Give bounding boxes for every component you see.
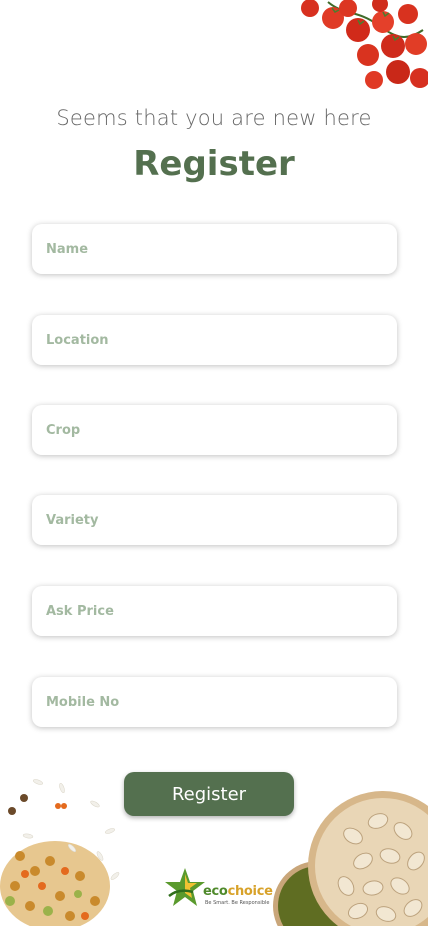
mobile-number-field[interactable] [32,677,397,727]
pistachio-image [273,791,428,926]
page-title: Register [133,144,295,184]
location-field[interactable] [32,315,397,365]
page-subtitle: Seems that you are new here [56,106,372,130]
star-logo-icon [165,868,205,906]
ask-price-field[interactable] [32,586,397,636]
brand-name-eco: eco [203,884,228,899]
variety-field[interactable] [32,495,397,545]
tomatoes-image [301,0,428,89]
brand-name-choice: choice [227,884,273,899]
ecochoice-logo: ecochoice Be Smart. Be Responsible [163,866,273,912]
name-field[interactable] [32,224,397,274]
brand-name: ecochoice [203,884,273,899]
crop-field[interactable] [32,405,397,455]
grains-image [0,779,120,926]
brand-tagline: Be Smart. Be Responsible [205,900,270,906]
